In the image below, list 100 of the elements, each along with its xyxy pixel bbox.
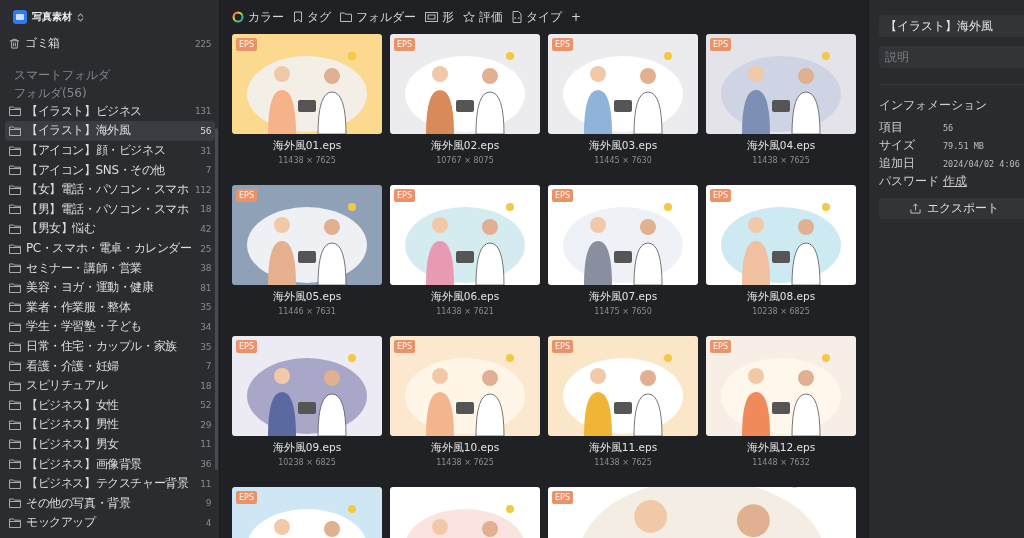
image-dimensions: 11445 × 7630	[594, 156, 652, 165]
file-name: 海外風08.eps	[746, 290, 816, 304]
folder-item[interactable]: 日常・住宅・カップル・家族 35	[5, 336, 215, 357]
image-dimensions: 11475 × 7650	[594, 307, 652, 316]
title-field[interactable]: 【イラスト】海外風	[879, 15, 1024, 37]
format-badge: EPS	[710, 340, 731, 353]
info-label: 項目	[879, 119, 904, 136]
folder-icon	[9, 498, 21, 509]
image-dimensions: 10238 × 6825	[278, 458, 336, 467]
format-badge: EPS	[236, 38, 257, 51]
format-badge: EPS	[552, 491, 573, 504]
filter-button[interactable]: 評価	[463, 8, 503, 26]
folder-icon	[9, 302, 21, 313]
folder-item[interactable]: 【女】電話・パソコン・スマホ 112	[5, 179, 215, 200]
folder-item[interactable]: 【ビジネス】テクスチャー背景 11	[5, 473, 215, 494]
format-badge: EPS	[552, 38, 573, 51]
folder-item[interactable]: 【ビジネス】画像背景 36	[5, 454, 215, 474]
file-name: 海外風05.eps	[272, 290, 342, 304]
filter-button[interactable]: 形	[425, 8, 454, 26]
folder-icon	[9, 321, 21, 332]
bookmark-icon	[293, 11, 303, 23]
folder-item[interactable]: セミナー・講師・営業 38	[5, 258, 215, 278]
folder-item[interactable]: 学生・学習塾・子ども 34	[5, 317, 215, 337]
folder-item[interactable]: 【イラスト】海外風 56	[5, 121, 215, 141]
trash-icon	[9, 38, 20, 50]
export-button[interactable]: エクスポート	[879, 198, 1024, 219]
section-label: スマートフォルダ	[14, 66, 111, 84]
format-badge: EPS	[394, 189, 415, 202]
upload-icon	[909, 203, 921, 214]
format-badge: EPS	[394, 340, 415, 353]
folder-item[interactable]: モックアップ 4	[5, 513, 215, 533]
folder-icon	[9, 263, 21, 274]
file-name: 海外風09.eps	[272, 441, 342, 455]
create-password-link[interactable]: 作成	[943, 174, 967, 188]
image-dimensions: 11438 × 7625	[278, 156, 336, 165]
file-name: 海外風12.eps	[746, 441, 816, 455]
image-dimensions: 11438 × 7625	[752, 156, 810, 165]
color-wheel-icon	[232, 11, 244, 23]
folder-icon	[9, 361, 21, 372]
folder-icon	[9, 184, 21, 195]
image-dimensions: 11438 × 7625	[436, 458, 494, 467]
format-badge: EPS	[236, 189, 257, 202]
folder-item[interactable]: 【男女】悩む 42	[5, 219, 215, 239]
folder-item[interactable]: スピリチュアル 18	[5, 375, 215, 396]
folder-item[interactable]: PC・スマホ・電卓・カレンダー 25	[5, 238, 215, 259]
filter-button[interactable]: カラー	[232, 8, 284, 26]
star-icon	[463, 11, 475, 23]
folder-icon	[9, 341, 21, 352]
folder-icon	[9, 419, 21, 430]
folder-item[interactable]: 【ビジネス】女性 52	[5, 395, 215, 416]
aspect-icon	[425, 12, 438, 22]
folder-item[interactable]: その他の写真・背景 9	[5, 493, 215, 514]
file-name: 海外風01.eps	[272, 139, 342, 153]
format-badge: EPS	[710, 38, 731, 51]
info-value: 56	[943, 122, 955, 133]
file-name: 海外風07.eps	[588, 290, 658, 304]
folder-icon	[9, 517, 21, 528]
folder-item[interactable]: 【アイコン】SNS・その他 7	[5, 160, 215, 180]
folder-item[interactable]: 美容・ヨガ・運動・健康 81	[5, 277, 215, 298]
scrollbar[interactable]	[215, 128, 218, 470]
library-switcher[interactable]: 写真素材	[13, 9, 84, 25]
description-field[interactable]: 説明	[879, 46, 1024, 68]
file-name: 海外風10.eps	[430, 441, 500, 455]
folder-icon	[9, 145, 21, 156]
folder-item[interactable]: 【アイコン】顔・ビジネス 31	[5, 140, 215, 161]
file-icon	[512, 11, 522, 23]
folder-icon	[9, 459, 21, 470]
folder-icon	[9, 165, 21, 176]
folder-icon	[9, 400, 21, 411]
format-badge: EPS	[552, 340, 573, 353]
folder-item[interactable]: 【ビジネス】男性 29	[5, 415, 215, 435]
info-label: パスワード	[879, 173, 940, 190]
folder-icon	[9, 439, 21, 450]
file-name: 海外風02.eps	[430, 139, 500, 153]
format-badge: EPS	[236, 491, 257, 504]
add-filter-button[interactable]: +	[571, 10, 582, 24]
image-dimensions: 11438 × 7625	[594, 458, 652, 467]
image-dimensions: 11448 × 7632	[752, 458, 810, 467]
info-value: 2024/04/02 4:06	[943, 158, 1021, 169]
folder-item[interactable]: 【男】電話・パソコン・スマホ 18	[5, 199, 215, 220]
folder-item[interactable]: 【イラスト】ビジネス 131	[5, 101, 215, 122]
folder-icon	[9, 478, 21, 489]
filter-button[interactable]: フォルダー	[340, 8, 416, 26]
folder-icon	[9, 380, 21, 391]
filter-button[interactable]: タグ	[293, 8, 331, 26]
filter-button[interactable]: タイプ	[512, 8, 562, 26]
folder-item[interactable]: 【ビジネス】男女 11	[5, 434, 215, 455]
format-badge: EPS	[710, 189, 731, 202]
info-label: サイズ	[879, 137, 916, 154]
info-value: 79.51 MB	[943, 140, 985, 151]
section-label: フォルダ(56)	[14, 84, 88, 102]
format-badge: EPS	[236, 340, 257, 353]
chevron-updown-icon	[77, 12, 84, 22]
folder-item[interactable]: 業者・作業服・整体 35	[5, 297, 215, 318]
file-name: 海外風06.eps	[430, 290, 500, 304]
trash-item[interactable]: ゴミ箱 225	[5, 34, 215, 54]
folder-item[interactable]: 看護・介護・妊婦 7	[5, 356, 215, 376]
folder-icon	[9, 243, 21, 254]
image-dimensions: 10238 × 6825	[752, 307, 810, 316]
file-name: 海外風03.eps	[588, 139, 658, 153]
